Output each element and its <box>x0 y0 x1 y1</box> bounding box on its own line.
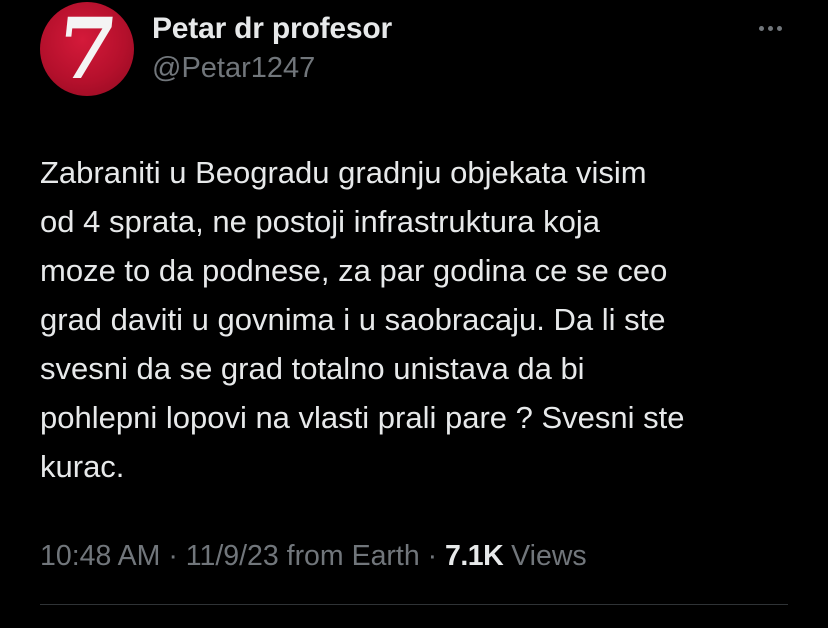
avatar[interactable]: 7 <box>40 2 134 96</box>
avatar-logo-glyph: 7 <box>52 2 122 96</box>
tweet-date[interactable]: 11/9/23 <box>186 540 279 572</box>
divider <box>40 604 788 605</box>
more-horizontal-icon <box>758 25 764 31</box>
tweet-text: Zabraniti u Beogradu gradnju objekata vi… <box>40 155 685 484</box>
meta-separator: · <box>419 540 446 572</box>
tweet-meta: 10:48 AM · 11/9/23 from Earth · 7.1K Vie… <box>40 540 587 573</box>
more-horizontal-icon-dot <box>776 25 782 31</box>
views-label: Views <box>503 540 587 572</box>
views-count: 7.1K <box>445 540 504 572</box>
tweet-detail: 7 Petar dr profesor @Petar1247 Zabraniti… <box>0 0 828 628</box>
more-options-button[interactable] <box>748 14 792 42</box>
tweet-time[interactable]: 10:48 AM <box>40 540 160 572</box>
tweet-source: from Earth <box>278 540 420 572</box>
more-horizontal-icon-dot <box>767 25 773 31</box>
meta-separator: · <box>160 540 186 572</box>
author-handle[interactable]: @Petar1247 <box>152 52 315 85</box>
author-display-name[interactable]: Petar dr profesor <box>152 12 392 46</box>
